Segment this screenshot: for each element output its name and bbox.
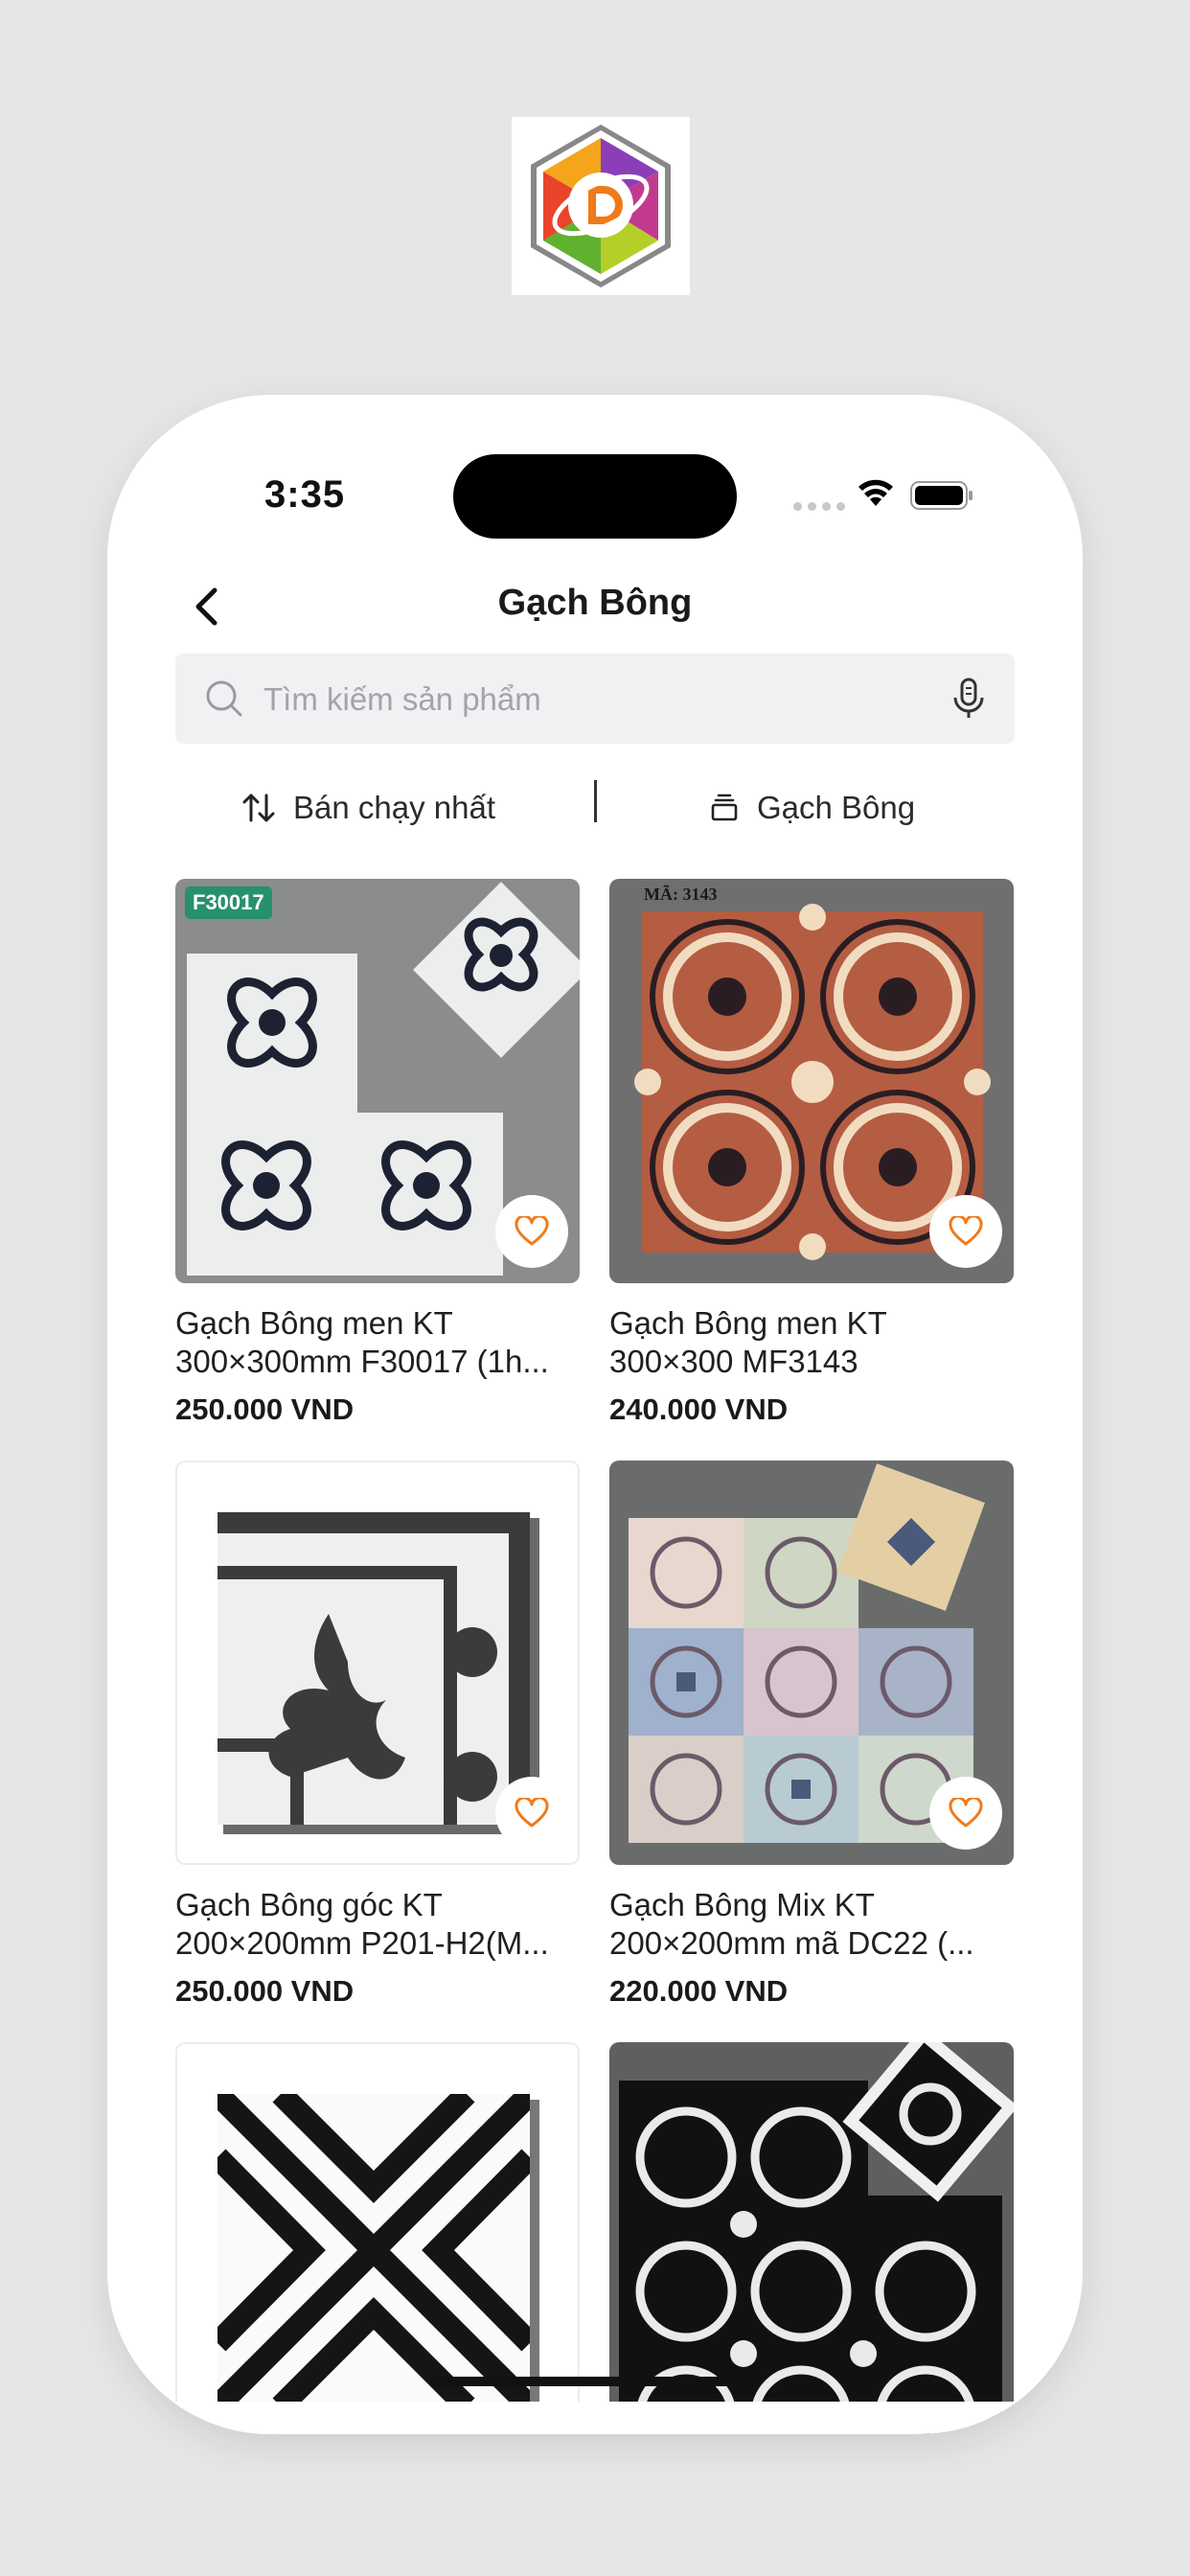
product-card[interactable] (175, 2042, 580, 2434)
heart-icon (949, 1798, 983, 1828)
product-name: Gạch Bông men KT 300×300 MF3143 (609, 1305, 887, 1379)
signal-icon (793, 502, 845, 511)
dynamic-island (453, 454, 737, 539)
search-input[interactable] (262, 673, 936, 726)
product-name: Gạch Bông men KT 300×300mm F30017 (1h... (175, 1305, 549, 1379)
sort-icon (242, 794, 275, 822)
favorite-button[interactable] (929, 1195, 1002, 1268)
product-price: 220.000 VND (609, 1974, 789, 2008)
product-card[interactable]: MÃ: 3143 Gạch Bông men KT 300×300 MF3143… (609, 879, 1014, 1427)
heart-icon (515, 1798, 549, 1828)
heart-icon (515, 1216, 549, 1246)
product-name: Gạch Bông Mix KT 200×200mm mã DC22 (... (609, 1887, 974, 1961)
status-time: 3:35 (264, 473, 346, 516)
sort-label: Bán chạy nhất (293, 790, 495, 825)
favorite-button[interactable] (495, 1777, 568, 1850)
filter-divider (594, 780, 597, 822)
product-card[interactable]: F30017 Gạch Bông men KT 300×300mm F30017… (175, 879, 580, 1427)
category-label: Gạch Bông (757, 790, 916, 825)
product-image (175, 1460, 580, 1865)
sort-button[interactable]: Bán chạy nhất (241, 790, 495, 826)
product-price: 250.000 VND (175, 1974, 355, 2008)
product-card[interactable]: Gạch Bông Mix KT 200×200mm mã DC22 (... … (609, 1460, 1014, 2009)
bottom-safe-area (107, 2402, 1083, 2434)
wifi-icon (858, 479, 893, 506)
filter-bar: Bán chạy nhất Gạch Bông (107, 778, 1083, 845)
product-image (175, 2042, 580, 2434)
product-card[interactable]: Gạch Bông góc KT 200×200mm P201-H2(M... … (175, 1460, 580, 2009)
image-caption: MÃ: 3143 (644, 884, 717, 904)
product-price: 250.000 VND (175, 1392, 355, 1426)
home-indicator[interactable] (429, 2377, 755, 2386)
search-icon (206, 680, 242, 717)
product-image: F30017 (175, 879, 580, 1283)
product-image: MÃ: 3143 (609, 879, 1014, 1283)
microphone-icon[interactable] (951, 677, 986, 721)
phone-frame: 3:35 Gạch Bông Tìm kiếm sản phẩm Bán chạ… (107, 395, 1083, 2434)
category-icon (711, 794, 738, 821)
page-title: Gạch Bông (497, 583, 693, 623)
favorite-button[interactable] (929, 1777, 1002, 1850)
category-filter-button[interactable]: Gạch Bông (709, 790, 915, 826)
product-image (609, 2042, 1014, 2434)
search-bar[interactable] (175, 654, 1015, 744)
product-price: 240.000 VND (609, 1392, 789, 1426)
app-logo (512, 117, 690, 295)
product-name: Gạch Bông góc KT 200×200mm P201-H2(M... (175, 1887, 549, 1961)
product-code-badge: F30017 (185, 886, 272, 919)
heart-icon (949, 1216, 983, 1246)
battery-icon (910, 481, 973, 510)
favorite-button[interactable] (495, 1195, 568, 1268)
product-image (609, 1460, 1014, 1865)
product-card[interactable] (609, 2042, 1014, 2434)
